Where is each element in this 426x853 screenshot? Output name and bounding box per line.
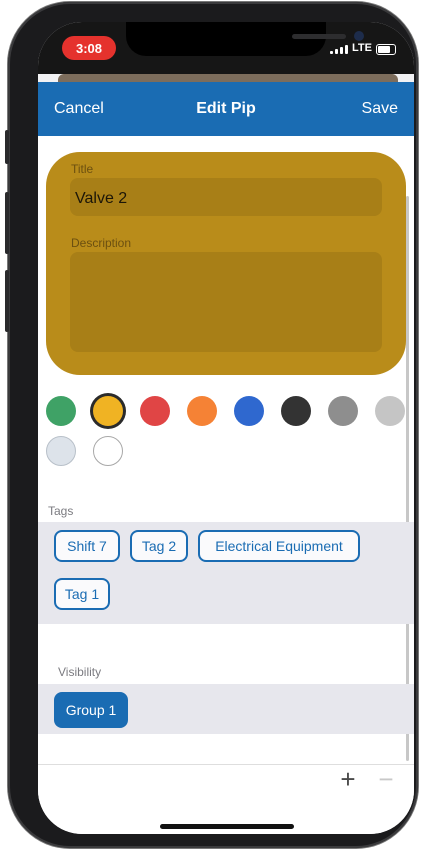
screen: 3:08 LTE Cancel Edit Pip Save Title Valv… (38, 22, 414, 834)
tags-label: Tags (48, 504, 74, 518)
notch (126, 22, 364, 56)
color-swatch-orange[interactable] (187, 396, 217, 426)
title-label: Title (71, 162, 94, 176)
color-swatch-black[interactable] (281, 396, 311, 426)
page-title: Edit Pip (196, 100, 256, 117)
side-button (5, 130, 9, 164)
visibility-section: Group 1 (38, 684, 414, 734)
pip-card: Title Valve 2 Description (46, 152, 406, 375)
color-swatch-row (46, 436, 414, 472)
status-time: 3:08 (62, 36, 116, 60)
tag-chip[interactable]: Tag 2 (130, 530, 188, 562)
save-button[interactable]: Save (362, 100, 398, 118)
battery-icon (376, 44, 396, 55)
color-swatch-pale-blue[interactable] (46, 436, 76, 466)
camera-icon (354, 31, 364, 41)
color-swatch-row (46, 396, 414, 432)
speaker (292, 34, 346, 39)
color-swatch-yellow[interactable] (93, 396, 123, 426)
group-chip[interactable]: Group 1 (54, 692, 128, 728)
tags-section: Shift 7 Tag 2 Electrical Equipment Tag 1 (38, 522, 414, 624)
color-swatch-green[interactable] (46, 396, 76, 426)
color-swatch-blue[interactable] (234, 396, 264, 426)
tag-chip[interactable]: Tag 1 (54, 578, 110, 610)
description-label: Description (71, 236, 132, 250)
tag-chip[interactable]: Shift 7 (54, 530, 120, 562)
tag-chip[interactable]: Electrical Equipment (198, 530, 360, 562)
scrollbar[interactable] (406, 196, 409, 761)
side-button (5, 270, 9, 332)
color-swatch-gray[interactable] (328, 396, 358, 426)
color-swatch-red[interactable] (140, 396, 170, 426)
signal-icon (330, 45, 348, 54)
nav-bar: Cancel Edit Pip Save (38, 82, 414, 136)
network-label: LTE (352, 42, 372, 54)
add-button[interactable]: + (336, 764, 360, 795)
status-bar: 3:08 LTE (38, 22, 414, 74)
remove-button[interactable]: − (374, 764, 398, 795)
edit-sheet: Title Valve 2 Description Tags Shift 7 T… (38, 136, 414, 834)
side-button (5, 192, 9, 254)
phone-frame: 3:08 LTE Cancel Edit Pip Save Title Valv… (5, 2, 418, 848)
description-field[interactable] (70, 252, 382, 352)
color-swatch-light-gray[interactable] (375, 396, 405, 426)
color-swatch-white[interactable] (93, 436, 123, 466)
title-field-value: Valve 2 (75, 190, 128, 207)
home-indicator[interactable] (160, 824, 294, 829)
visibility-label: Visibility (58, 665, 102, 679)
